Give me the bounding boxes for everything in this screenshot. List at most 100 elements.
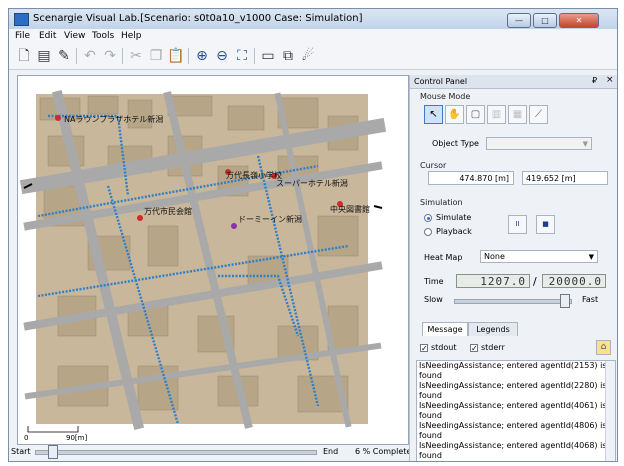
menu-view[interactable]: View — [64, 31, 85, 41]
mouse-mode-heading: Mouse Mode — [420, 92, 471, 101]
heat-map-select[interactable]: None ▼ — [480, 250, 598, 263]
pan-tool-icon[interactable]: ✋ — [445, 105, 464, 124]
panel-close-icon[interactable]: × — [606, 75, 614, 85]
time-label: Time — [424, 277, 444, 286]
zoom-out-icon[interactable]: ⊖ — [213, 47, 231, 65]
speed-slider[interactable] — [560, 294, 571, 308]
message-line: IsNeedingAssistance; entered agentId(228… — [419, 381, 616, 390]
menu-edit[interactable]: Edit — [39, 31, 56, 41]
line-tool-icon[interactable]: ⟋ — [529, 105, 548, 124]
cut-icon[interactable]: ✂ — [127, 47, 145, 65]
speed-track[interactable] — [454, 299, 572, 304]
timeline-track[interactable] — [35, 450, 317, 455]
object-type-label: Object Type — [432, 139, 479, 148]
message-line: found — [419, 411, 442, 420]
panel-title: Control Panel — [414, 77, 468, 86]
simulate-radio[interactable] — [424, 214, 432, 222]
message-line: found — [419, 391, 442, 400]
antenna-icon[interactable]: ☄ — [299, 47, 317, 65]
map-label: NAラウンプラザホテル新潟 — [64, 114, 163, 124]
edit-icon[interactable]: ✎ — [55, 47, 73, 65]
map-label: 万代市民会館 — [144, 206, 192, 216]
clear-log-icon[interactable]: ⌂ — [596, 340, 611, 355]
message-line: IsNeedingAssistance; entered agentId(480… — [419, 421, 616, 430]
toolbar-separator — [122, 48, 123, 64]
menu-tools[interactable]: Tools — [92, 31, 114, 41]
open-icon[interactable]: ▤ — [35, 47, 53, 65]
pause-button[interactable]: II — [508, 215, 527, 234]
scale-left: 0 — [24, 434, 28, 442]
timeline-slider[interactable] — [47, 445, 58, 459]
timeline-start-label: Start — [11, 447, 31, 456]
control-panel: Control Panel ₽ × Mouse Mode ↖ ✋ ▢ ▥ ▦ ⟋… — [409, 75, 617, 462]
grid-tool-icon[interactable]: ▦ — [508, 105, 527, 124]
scale-right: 90[m] — [66, 434, 87, 442]
tab-legends[interactable]: Legends — [468, 322, 518, 336]
time-total-display: 20000.0 — [542, 274, 606, 288]
simulate-label: Simulate — [436, 213, 472, 222]
map-label: ドーミーイン新潟 — [238, 214, 302, 224]
heat-map-label: Heat Map — [424, 253, 463, 262]
time-separator: / — [533, 275, 537, 288]
stdout-checkbox[interactable]: ✓ — [420, 344, 428, 353]
toolbar-separator — [254, 48, 255, 64]
pin-icon[interactable]: ₽ — [592, 76, 597, 85]
tab-message[interactable]: Message — [422, 322, 468, 336]
message-scrollbar[interactable] — [605, 361, 615, 461]
slow-label: Slow — [424, 295, 443, 304]
fast-label: Fast — [582, 295, 599, 304]
new-icon[interactable]: 🗋 — [15, 47, 33, 65]
message-line: IsNeedingAssistance; entered agentId(215… — [417, 461, 615, 462]
chevron-down-icon: ▼ — [582, 140, 588, 148]
simulation-heading: Simulation — [420, 198, 463, 207]
window-tool-icon[interactable]: ▢ — [466, 105, 485, 124]
chevron-down-icon: ▼ — [588, 253, 594, 261]
playback-label: Playback — [436, 227, 472, 236]
map-view[interactable]: NAラウンプラザホテル新潟 万代市民会館 万代長嶺小学校 スーパーホテル新潟 中… — [17, 75, 409, 445]
time-current-display: 1207.0 — [456, 274, 530, 288]
stderr-checkbox[interactable]: ✓ — [470, 344, 478, 353]
select-tool-icon[interactable]: ↖ — [424, 105, 443, 124]
paste-icon[interactable]: 📋 — [167, 47, 185, 65]
cursor-heading: Cursor — [420, 161, 447, 170]
app-icon — [14, 13, 29, 26]
heat-map-value: None — [484, 252, 505, 261]
fit-icon[interactable]: ⛶ — [233, 47, 251, 65]
copy-icon[interactable]: ❐ — [147, 47, 165, 65]
message-line: IsNeedingAssistance; entered agentId(406… — [419, 401, 616, 410]
table-tool-icon[interactable]: ▥ — [487, 105, 506, 124]
message-line: found — [419, 431, 442, 440]
map-label: 万代長嶺小学校 — [226, 170, 282, 180]
stop-button[interactable]: ■ — [536, 215, 555, 234]
playback-radio[interactable] — [424, 228, 432, 236]
message-list: IsNeedingAssistance; entered agentId(215… — [417, 361, 616, 462]
menu-file[interactable]: File — [15, 31, 30, 41]
undo-icon[interactable]: ↶ — [81, 47, 99, 65]
map-canvas[interactable]: NAラウンプラザホテル新潟 万代市民会館 万代長嶺小学校 スーパーホテル新潟 中… — [18, 76, 408, 444]
message-line: IsNeedingAssistance; entered agentId(215… — [419, 361, 616, 370]
maximize-button[interactable]: □ — [533, 13, 557, 28]
map-label: スーパーホテル新潟 — [276, 178, 348, 188]
window-2-icon[interactable]: ⧉ — [279, 47, 297, 65]
minimize-button[interactable]: — — [507, 13, 531, 28]
stderr-label: stderr — [481, 343, 505, 352]
window-icon[interactable]: ▭ — [259, 47, 277, 65]
menu-help[interactable]: Help — [121, 31, 142, 41]
object-type-select[interactable]: ▼ — [486, 137, 592, 150]
menu-bar: File Edit View Tools Help — [9, 29, 617, 43]
message-line: found — [419, 371, 442, 380]
message-log[interactable]: IsNeedingAssistance; entered agentId(215… — [416, 360, 616, 462]
stdout-label: stdout — [431, 343, 457, 352]
redo-icon[interactable]: ↷ — [101, 47, 119, 65]
zoom-in-icon[interactable]: ⊕ — [193, 47, 211, 65]
close-button[interactable]: ✕ — [559, 13, 599, 28]
toolbar-separator — [188, 48, 189, 64]
timeline-end-label: End — [323, 447, 339, 456]
cursor-x-field: 474.870 [m] — [428, 171, 514, 185]
progress-label: 6 % Complete — [355, 447, 412, 456]
window-title: Scenargie Visual Lab.[Scenario: s0t0a10_… — [33, 13, 363, 24]
panel-header: Control Panel ₽ × — [410, 75, 617, 89]
toolbar: 🗋 ▤ ✎ ↶ ↷ ✂ ❐ 📋 ⊕ ⊖ ⛶ ▭ ⧉ ☄ — [9, 43, 617, 70]
message-line: found — [419, 451, 442, 460]
toolbar-separator — [76, 48, 77, 64]
